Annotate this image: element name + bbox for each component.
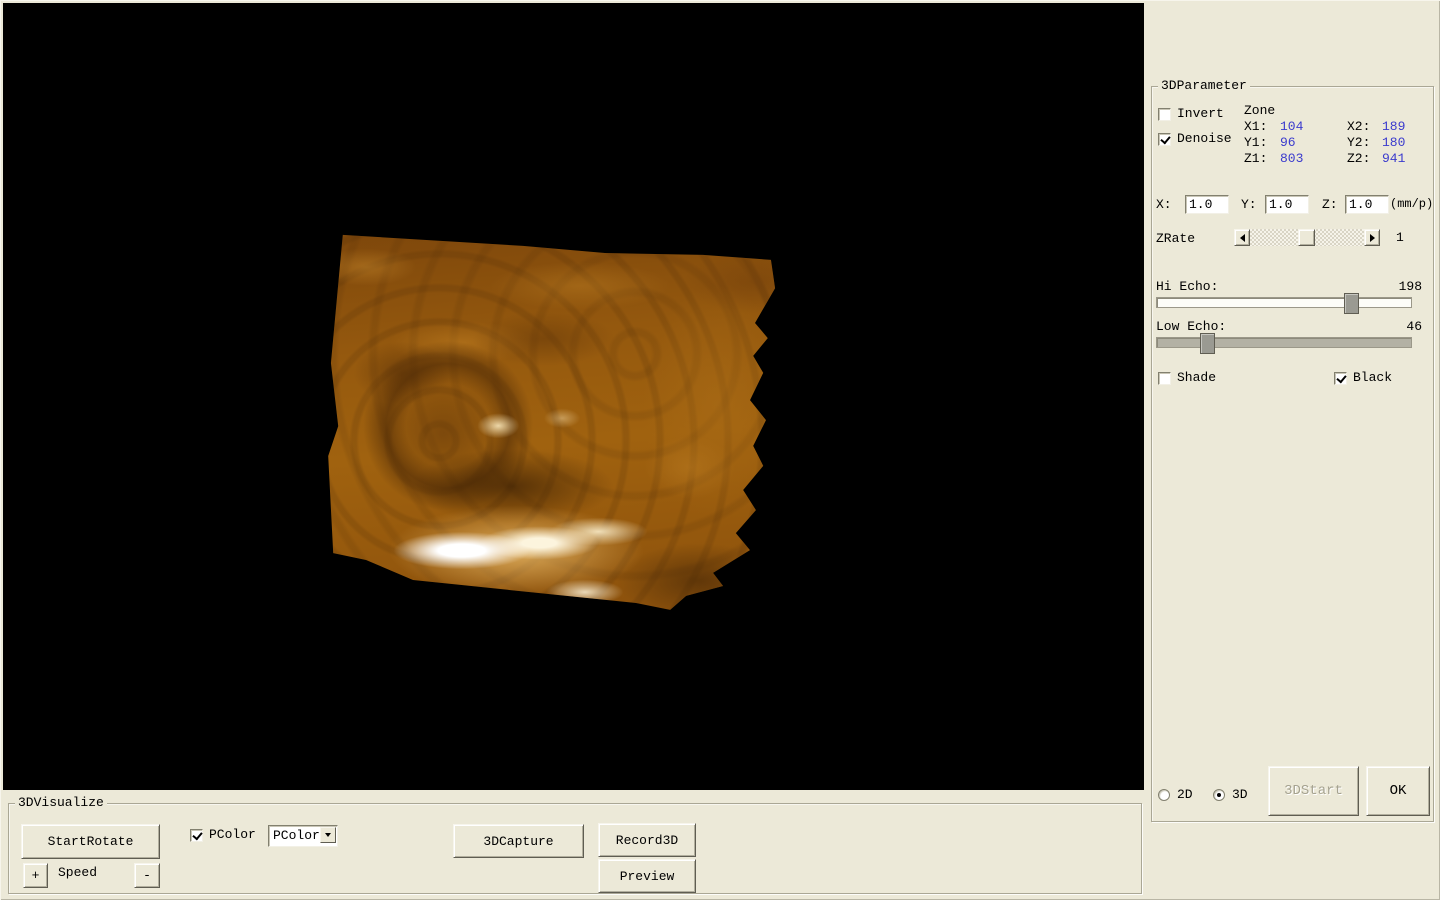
zone-z1-label: Z1: bbox=[1244, 152, 1267, 166]
start-rotate-button[interactable]: StartRotate bbox=[21, 824, 160, 859]
scale-unit-label: (mm/p) bbox=[1390, 197, 1433, 211]
black-label: Black bbox=[1353, 371, 1392, 385]
zone-y1-label: Y1: bbox=[1244, 136, 1267, 150]
render-viewport[interactable] bbox=[3, 3, 1144, 790]
denoise-checkbox[interactable] bbox=[1158, 133, 1171, 146]
hi-echo-value: 198 bbox=[1382, 280, 1422, 294]
zrate-scroll-left-icon[interactable] bbox=[1234, 229, 1250, 246]
zone-x2-value: 189 bbox=[1382, 120, 1405, 134]
invert-label: Invert bbox=[1177, 107, 1224, 121]
scale-x-input[interactable] bbox=[1185, 195, 1229, 214]
speed-plus-button[interactable]: + bbox=[23, 863, 48, 888]
capture3d-button[interactable]: 3DCapture bbox=[453, 824, 584, 858]
shade-checkbox[interactable] bbox=[1158, 372, 1171, 385]
parameter-groupbox: 3DParameter Invert Denoise Zone X1: 104 … bbox=[1151, 86, 1434, 822]
visualize-groupbox: 3DVisualize StartRotate PColor PColor + … bbox=[8, 803, 1142, 894]
record3d-button[interactable]: Record3D bbox=[598, 823, 696, 857]
ok-button[interactable]: OK bbox=[1366, 766, 1430, 816]
mode-3d-radio[interactable] bbox=[1213, 789, 1225, 801]
zrate-scrollbar[interactable] bbox=[1234, 229, 1380, 246]
zrate-scroll-right-icon[interactable] bbox=[1364, 229, 1380, 246]
zone-x1-value: 104 bbox=[1280, 120, 1303, 134]
low-echo-label: Low Echo: bbox=[1156, 320, 1226, 334]
zone-x1-label: X1: bbox=[1244, 120, 1267, 134]
low-echo-slider-thumb[interactable] bbox=[1200, 333, 1215, 354]
visualize-group-title: 3DVisualize bbox=[15, 796, 107, 810]
zone-y2-value: 180 bbox=[1382, 136, 1405, 150]
zone-x2-label: X2: bbox=[1347, 120, 1370, 134]
zone-z2-label: Z2: bbox=[1347, 152, 1370, 166]
scale-z-input[interactable] bbox=[1345, 195, 1389, 214]
zrate-scroll-thumb[interactable] bbox=[1298, 229, 1315, 246]
zone-y2-label: Y2: bbox=[1347, 136, 1370, 150]
mode-2d-label: 2D bbox=[1177, 788, 1193, 802]
pcolor-dropdown-value: PColor bbox=[273, 828, 320, 843]
pcolor-checkbox[interactable] bbox=[190, 829, 203, 842]
preview-button[interactable]: Preview bbox=[598, 859, 696, 893]
shade-label: Shade bbox=[1177, 371, 1216, 385]
mode-2d-radio[interactable] bbox=[1158, 789, 1170, 801]
mode-3d-label: 3D bbox=[1232, 788, 1248, 802]
zrate-label: ZRate bbox=[1156, 232, 1195, 246]
parameter-group-title: 3DParameter bbox=[1158, 79, 1250, 93]
speed-minus-button[interactable]: - bbox=[134, 863, 160, 888]
black-checkbox[interactable] bbox=[1334, 372, 1347, 385]
pcolor-label: PColor bbox=[209, 828, 256, 842]
zrate-value: 1 bbox=[1396, 231, 1404, 245]
hi-echo-slider[interactable] bbox=[1156, 297, 1412, 308]
speed-label: Speed bbox=[58, 866, 97, 880]
scale-y-input[interactable] bbox=[1265, 195, 1309, 214]
dropdown-arrow-icon[interactable] bbox=[320, 827, 336, 843]
scale-x-label: X: bbox=[1156, 198, 1172, 212]
app-window: 3DParameter Invert Denoise Zone X1: 104 … bbox=[0, 0, 1440, 900]
zone-title: Zone bbox=[1244, 104, 1275, 118]
ultrasound-3d-render[interactable] bbox=[325, 233, 781, 611]
start3d-button[interactable]: 3DStart bbox=[1268, 766, 1359, 816]
zone-y1-value: 96 bbox=[1280, 136, 1296, 150]
hi-echo-label: Hi Echo: bbox=[1156, 280, 1218, 294]
low-echo-value: 46 bbox=[1382, 320, 1422, 334]
low-echo-slider[interactable] bbox=[1156, 337, 1412, 348]
scale-y-label: Y: bbox=[1241, 198, 1257, 212]
scale-z-label: Z: bbox=[1322, 198, 1338, 212]
zone-z1-value: 803 bbox=[1280, 152, 1303, 166]
invert-checkbox[interactable] bbox=[1158, 108, 1171, 121]
denoise-label: Denoise bbox=[1177, 132, 1232, 146]
hi-echo-slider-thumb[interactable] bbox=[1344, 293, 1359, 314]
pcolor-dropdown[interactable]: PColor bbox=[268, 825, 338, 847]
zone-z2-value: 941 bbox=[1382, 152, 1405, 166]
